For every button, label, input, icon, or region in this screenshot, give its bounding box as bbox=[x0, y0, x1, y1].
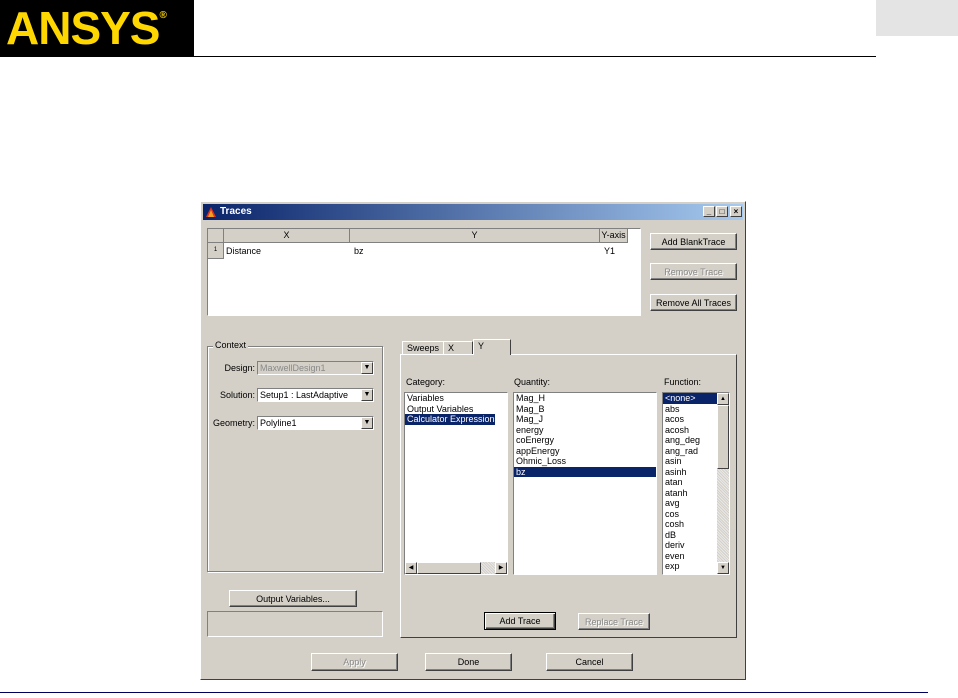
function-item[interactable]: atan bbox=[663, 477, 717, 488]
function-item[interactable]: cos bbox=[663, 509, 717, 520]
done-button[interactable]: Done bbox=[425, 653, 512, 671]
solution-label: Solution: bbox=[219, 390, 255, 400]
quantity-item[interactable]: Ohmic_Loss bbox=[514, 456, 656, 467]
logo-text: ANSYS bbox=[6, 2, 160, 54]
quantity-item[interactable]: appEnergy bbox=[514, 446, 656, 457]
quantity-item[interactable]: Mag_B bbox=[514, 404, 656, 415]
design-dropdown-arrow-icon[interactable]: ▼ bbox=[361, 362, 373, 374]
function-item[interactable]: acos bbox=[663, 414, 717, 425]
function-scroll-thumb[interactable] bbox=[717, 405, 729, 469]
design-combo[interactable]: MaxwellDesign1 ▼ bbox=[257, 361, 374, 375]
function-item[interactable]: asinh bbox=[663, 467, 717, 478]
solution-combo[interactable]: Setup1 : LastAdaptive ▼ bbox=[257, 388, 374, 402]
function-listbox[interactable]: <none> abs acos acosh ang_deg ang_rad as… bbox=[662, 392, 730, 575]
scroll-up-icon[interactable]: ▲ bbox=[717, 393, 729, 405]
close-button[interactable]: × bbox=[730, 206, 742, 217]
function-item[interactable]: ang_rad bbox=[663, 446, 717, 457]
function-item[interactable]: cosh bbox=[663, 519, 717, 530]
function-item[interactable]: abs bbox=[663, 404, 717, 415]
quantity-label: Quantity: bbox=[514, 377, 551, 387]
scroll-left-icon[interactable]: ◀ bbox=[405, 562, 417, 574]
column-header-y[interactable]: Y bbox=[350, 229, 600, 243]
tab-sweeps[interactable]: Sweeps bbox=[402, 341, 444, 355]
cancel-button[interactable]: Cancel bbox=[546, 653, 633, 671]
category-horizontal-scrollbar[interactable]: ◀ ▶ bbox=[405, 562, 507, 574]
cell-x[interactable]: Distance bbox=[226, 245, 261, 257]
remove-trace-button[interactable]: Remove Trace bbox=[650, 263, 737, 280]
tab-x[interactable]: X bbox=[443, 341, 473, 355]
context-group bbox=[207, 346, 383, 572]
quantity-item[interactable]: energy bbox=[514, 425, 656, 436]
quantity-item-selected[interactable]: bz bbox=[514, 466, 656, 477]
function-item[interactable]: exp bbox=[663, 561, 717, 572]
function-item[interactable]: atanh bbox=[663, 488, 717, 499]
cell-y[interactable]: bz bbox=[354, 245, 364, 257]
window-title: Traces bbox=[220, 206, 252, 217]
function-item[interactable]: deriv bbox=[663, 540, 717, 551]
scroll-down-icon[interactable]: ▼ bbox=[717, 562, 729, 574]
status-field bbox=[207, 611, 383, 637]
cell-y-axis[interactable]: Y1 bbox=[604, 245, 615, 257]
solution-value: Setup1 : LastAdaptive bbox=[260, 390, 349, 400]
add-trace-button[interactable]: Add Trace bbox=[484, 612, 556, 630]
maximize-button[interactable]: □ bbox=[716, 206, 728, 217]
solution-dropdown-arrow-icon[interactable]: ▼ bbox=[361, 389, 373, 401]
ansoft-icon bbox=[206, 207, 216, 217]
function-item[interactable]: even bbox=[663, 551, 717, 562]
category-item-output-variables[interactable]: Output Variables bbox=[405, 404, 507, 415]
title-bar[interactable]: Traces _ □ × bbox=[203, 204, 743, 220]
grid-corner bbox=[208, 229, 224, 243]
function-item[interactable]: avg bbox=[663, 498, 717, 509]
function-item[interactable]: dB bbox=[663, 530, 717, 541]
output-variables-button[interactable]: Output Variables... bbox=[229, 590, 357, 607]
function-item-selected[interactable]: <none> bbox=[663, 393, 717, 404]
geometry-combo[interactable]: Polyline1 ▼ bbox=[257, 416, 374, 430]
design-label: Design: bbox=[224, 363, 255, 373]
category-item-calculator-expressions[interactable]: Calculator Expressions bbox=[405, 414, 499, 425]
quantity-listbox[interactable]: Mag_H Mag_B Mag_J energy coEnergy appEne… bbox=[513, 392, 657, 575]
category-listbox[interactable]: Variables Output Variables Calculator Ex… bbox=[404, 392, 508, 575]
category-label: Category: bbox=[406, 377, 446, 387]
corner-box bbox=[876, 0, 958, 36]
category-scroll-thumb[interactable] bbox=[417, 562, 481, 574]
geometry-dropdown-arrow-icon[interactable]: ▼ bbox=[361, 417, 373, 429]
quantity-item[interactable]: coEnergy bbox=[514, 435, 656, 446]
apply-button[interactable]: Apply bbox=[311, 653, 398, 671]
quantity-item[interactable]: Mag_J bbox=[514, 414, 656, 425]
geometry-label: Geometry: bbox=[212, 418, 255, 428]
logo-registered-mark: ® bbox=[159, 10, 166, 21]
context-group-label: Context bbox=[213, 340, 249, 350]
footer-rule bbox=[0, 692, 928, 693]
quantity-item[interactable]: Mag_H bbox=[514, 393, 656, 404]
function-vertical-scrollbar[interactable]: ▲ ▼ bbox=[717, 393, 729, 574]
column-header-x[interactable]: X bbox=[224, 229, 350, 243]
remove-all-traces-button[interactable]: Remove All Traces bbox=[650, 294, 737, 311]
function-label: Function: bbox=[664, 377, 702, 387]
scroll-right-icon[interactable]: ▶ bbox=[495, 562, 507, 574]
traces-window: Traces _ □ × X Y Y-axis 1 Distance bz Y1… bbox=[200, 201, 746, 680]
replace-trace-button[interactable]: Replace Trace bbox=[578, 613, 650, 630]
ansys-logo: ANSYS® bbox=[0, 0, 194, 56]
function-item[interactable]: asin bbox=[663, 456, 717, 467]
row-number[interactable]: 1 bbox=[208, 243, 224, 259]
trace-grid[interactable]: X Y Y-axis 1 Distance bz Y1 bbox=[207, 228, 641, 316]
add-blank-trace-button[interactable]: Add BlankTrace bbox=[650, 233, 737, 250]
function-item[interactable]: ang_deg bbox=[663, 435, 717, 446]
minimize-button[interactable]: _ bbox=[703, 206, 715, 217]
function-item[interactable]: acosh bbox=[663, 425, 717, 436]
geometry-value: Polyline1 bbox=[260, 418, 297, 428]
column-header-y-axis[interactable]: Y-axis bbox=[600, 229, 628, 243]
header-rule bbox=[0, 56, 876, 57]
tab-y[interactable]: Y bbox=[473, 339, 511, 355]
design-value: MaxwellDesign1 bbox=[260, 363, 326, 373]
category-item-variables[interactable]: Variables bbox=[405, 393, 507, 404]
